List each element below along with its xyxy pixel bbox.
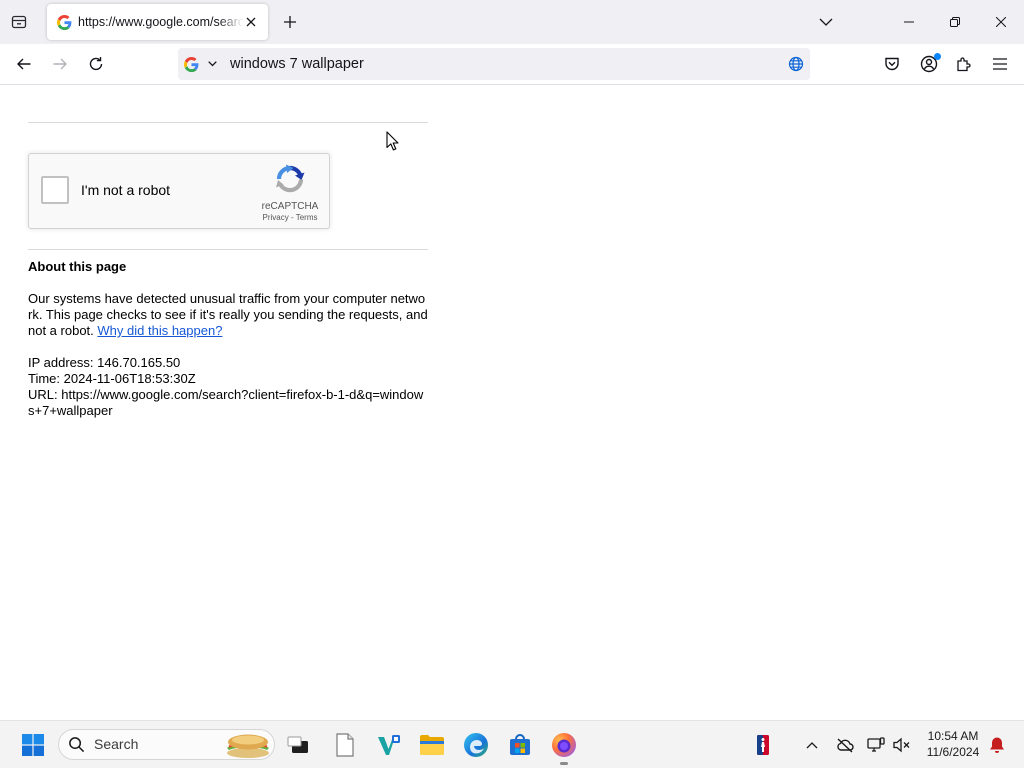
taskbar-search-box[interactable]: Search [58,729,275,760]
about-heading: About this page [28,259,127,274]
request-details: IP address: 146.70.165.50 Time: 2024-11-… [28,355,428,419]
chevron-up-icon[interactable] [800,733,824,757]
recaptcha-widget: I'm not a robot reCAPTCHA Privacy - Term… [28,153,330,229]
time-value: 2024-11-06T18:53:30Z [63,371,196,386]
nba-icon[interactable] [751,733,775,757]
pocket-icon[interactable] [876,48,908,80]
active-app-indicator [560,762,568,765]
file-explorer-icon[interactable] [412,725,452,765]
notepad-icon[interactable] [325,725,365,765]
ip-label: IP address: [28,355,94,370]
tab-close-icon[interactable] [241,12,261,32]
close-icon[interactable] [978,0,1024,44]
reload-icon[interactable] [80,48,112,80]
extensions-icon[interactable] [948,48,980,80]
edge-icon[interactable] [456,725,496,765]
taskbar: Search 10:54 AM 11/6/2024 [0,720,1024,768]
notification-bell-icon[interactable] [985,733,1009,757]
search-label: Search [94,736,139,752]
url-label: URL: [28,387,58,402]
cloud-offline-icon[interactable] [833,733,857,757]
forward-icon[interactable] [44,48,76,80]
time-label: Time: [28,371,61,386]
back-icon[interactable] [8,48,40,80]
navigation-toolbar [0,44,1024,85]
recaptcha-label[interactable]: I'm not a robot [81,182,170,198]
about-message: Our systems have detected unusual traffi… [28,291,428,339]
google-g-icon [183,56,199,72]
windows-start-icon[interactable] [17,729,49,761]
clock-date: 11/6/2024 [926,745,980,759]
minimize-icon[interactable] [886,0,932,44]
privacy-link[interactable]: Privacy [263,213,289,222]
google-g-icon [56,14,72,30]
volume-muted-icon[interactable] [890,733,914,757]
divider [28,122,428,123]
address-bar[interactable] [178,48,810,80]
link-separator: - [290,213,294,222]
recaptcha-links: Privacy - Terms [250,213,330,222]
system-clock[interactable]: 10:54 AM 11/6/2024 [920,728,986,760]
clock-time: 10:54 AM [927,729,979,743]
recaptcha-logo-icon [274,163,306,195]
restore-icon[interactable] [932,0,978,44]
search-engine-selector[interactable] [182,52,222,76]
list-all-tabs-icon[interactable] [810,6,842,38]
account-notification-dot [934,53,941,60]
mouse-pointer-icon [386,131,399,151]
firefox-icon[interactable] [544,725,584,765]
ip-address-line: IP address: 146.70.165.50 [28,355,428,371]
search-icon [67,735,85,753]
recaptcha-checkbox[interactable] [41,176,69,204]
about-section: About this page Our systems have detecte… [28,259,428,419]
search-highlight-image [225,730,271,759]
menu-icon[interactable] [984,48,1016,80]
why-did-this-happen-link[interactable]: Why did this happen? [97,323,222,338]
url-line: URL: https://www.google.com/search?clien… [28,387,428,419]
url-input[interactable] [230,48,770,80]
tab-strip: https://www.google.com/searc [0,0,1024,44]
microsoft-store-icon[interactable] [500,725,540,765]
new-tab-icon[interactable] [274,6,306,38]
divider [28,249,428,250]
url-value: https://www.google.com/search?client=fir… [28,387,424,418]
time-line: Time: 2024-11-06T18:53:30Z [28,371,428,387]
task-view-icon[interactable] [278,725,318,765]
vs-app-icon[interactable] [369,725,409,765]
terms-link[interactable]: Terms [296,213,318,222]
chevron-down-icon [207,59,217,69]
browser-tab[interactable]: https://www.google.com/searc [47,4,268,40]
network-monitor-icon[interactable] [864,733,888,757]
firefox-view-icon[interactable] [3,6,35,38]
ip-value: 146.70.165.50 [97,355,181,370]
tab-title: https://www.google.com/searc [78,15,243,29]
recaptcha-brand: reCAPTCHA [261,201,319,212]
account-icon[interactable] [913,48,945,80]
translate-globe-icon[interactable] [786,52,806,76]
message-text: Our systems have detected unusual traffi… [28,291,428,338]
